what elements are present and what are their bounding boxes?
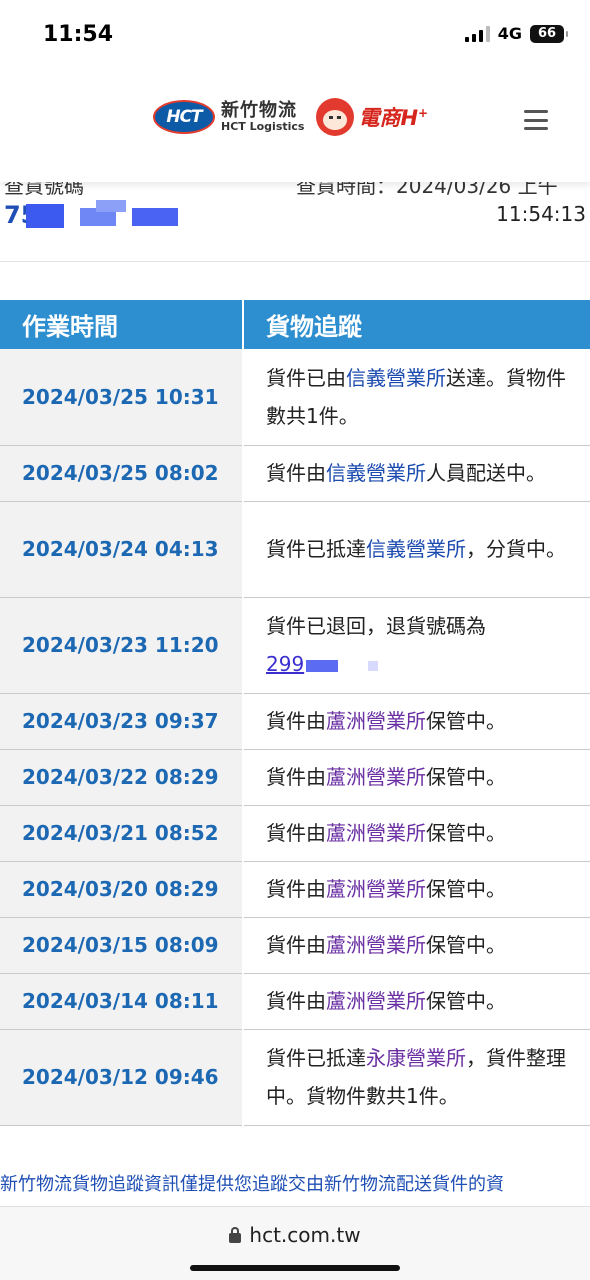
return-number-link[interactable]: 299 — [266, 652, 304, 676]
table-row: 2024/03/21 08:52 貨件由蘆洲營業所保管中。 — [0, 805, 590, 862]
hct-name-en: HCT Logistics — [221, 119, 305, 133]
network-type: 4G — [497, 24, 522, 43]
redaction-block — [96, 200, 126, 212]
query-time: 11:54:13 — [496, 202, 586, 226]
event-text: 貨件由 — [266, 709, 326, 733]
event-description: 貨件由信義營業所人員配送中。 — [243, 445, 590, 502]
ecommerce-logo: 電商H+ — [316, 98, 428, 136]
event-description: 貨件已抵達永康營業所，貨件整理中。貨物件數共1件。 — [243, 1029, 590, 1126]
event-time: 2024/03/23 09:37 — [0, 693, 244, 750]
event-text: 保管中。 — [426, 877, 506, 901]
event-description: 貨件已抵達信義營業所，分貨中。 — [243, 501, 590, 598]
event-text: 貨件由 — [266, 765, 326, 789]
station-link[interactable]: 蘆洲營業所 — [326, 877, 426, 901]
event-text: 人員配送中。 — [426, 461, 546, 485]
event-time: 2024/03/20 08:29 — [0, 861, 244, 918]
mascot-icon — [316, 98, 355, 136]
event-text: 貨件由 — [266, 933, 326, 957]
event-description: 貨件由蘆洲營業所保管中。 — [243, 805, 590, 862]
lock-icon — [229, 1227, 242, 1243]
redaction-block — [306, 659, 339, 672]
event-description: 貨件由蘆洲營業所保管中。 — [243, 861, 590, 918]
hct-logo: HCT — [153, 100, 215, 134]
event-time: 2024/03/25 08:02 — [0, 445, 244, 502]
url-text[interactable]: hct.com.tw — [249, 1223, 360, 1247]
event-time: 2024/03/21 08:52 — [0, 805, 244, 862]
address-bar[interactable]: hct.com.tw — [0, 1223, 590, 1247]
event-description: 貨件由蘆洲營業所保管中。 — [243, 973, 590, 1030]
ecommerce-logo-text: 電商H+ — [358, 106, 429, 130]
station-link[interactable]: 蘆洲營業所 — [326, 989, 426, 1013]
hct-name-cn: 新竹物流 — [221, 100, 297, 122]
status-indicators: 4G 66 — [464, 24, 568, 43]
station-link[interactable]: 蘆洲營業所 — [326, 765, 426, 789]
event-description: 貨件由蘆洲營業所保管中。 — [243, 749, 590, 806]
tracking-table: 作業時間 貨物追蹤 2024/03/25 10:31 貨件已由信義營業所送達。貨物… — [0, 300, 590, 1126]
event-description: 貨件由蘆洲營業所保管中。 — [243, 917, 590, 974]
event-time: 2024/03/23 11:20 — [0, 597, 244, 694]
table-row: 2024/03/24 04:13 貨件已抵達信義營業所，分貨中。 — [0, 501, 590, 598]
status-time: 11:54 — [43, 22, 114, 47]
table-row: 2024/03/23 09:37 貨件由蘆洲營業所保管中。 — [0, 693, 590, 750]
table-row: 2024/03/12 09:46 貨件已抵達永康營業所，貨件整理中。貨物件數共1件… — [0, 1029, 590, 1126]
site-header: HCT 新竹物流 HCT Logistics 電商H+ — [0, 70, 590, 182]
event-description: 貨件由蘆洲營業所保管中。 — [243, 693, 590, 750]
status-bar: 11:54 4G 66 — [0, 0, 590, 70]
brand-logos[interactable]: HCT 新竹物流 HCT Logistics 電商H+ — [153, 98, 428, 136]
tracking-rows: 2024/03/25 10:31 貨件已由信義營業所送達。貨物件數共1件。 2024… — [0, 349, 590, 1126]
table-header-row: 作業時間 貨物追蹤 — [0, 300, 590, 349]
event-time: 2024/03/25 10:31 — [0, 349, 244, 446]
column-header-time: 作業時間 — [0, 300, 244, 349]
redaction-block — [26, 204, 64, 228]
redaction-block — [368, 660, 379, 671]
event-time: 2024/03/22 08:29 — [0, 749, 244, 806]
event-text: 貨件由 — [266, 877, 326, 901]
battery-icon: 66 — [530, 24, 568, 43]
station-link[interactable]: 信義營業所 — [326, 461, 426, 485]
station-link[interactable]: 蘆洲營業所 — [326, 821, 426, 845]
event-text: 保管中。 — [426, 709, 506, 733]
event-text: 貨件已抵達 — [266, 1046, 366, 1070]
event-text: 貨件由 — [266, 989, 326, 1013]
event-time: 2024/03/24 04:13 — [0, 501, 244, 598]
station-link[interactable]: 永康營業所 — [366, 1046, 466, 1070]
event-text: 貨件已退回，退貨號碼為 — [266, 614, 486, 638]
table-row: 2024/03/20 08:29 貨件由蘆洲營業所保管中。 — [0, 861, 590, 918]
station-link[interactable]: 信義營業所 — [366, 537, 466, 561]
table-row: 2024/03/15 08:09 貨件由蘆洲營業所保管中。 — [0, 917, 590, 974]
event-description: 貨件已由信義營業所送達。貨物件數共1件。 — [243, 349, 590, 446]
station-link[interactable]: 蘆洲營業所 — [326, 709, 426, 733]
station-link[interactable]: 蘆洲營業所 — [326, 933, 426, 957]
event-text: ，分貨中。 — [466, 537, 566, 561]
browser-bottom-bar: hct.com.tw — [0, 1206, 590, 1280]
event-text: 保管中。 — [426, 821, 506, 845]
event-time: 2024/03/12 09:46 — [0, 1029, 244, 1126]
redaction-block — [132, 208, 178, 226]
table-row: 2024/03/22 08:29 貨件由蘆洲營業所保管中。 — [0, 749, 590, 806]
table-row: 2024/03/14 08:11 貨件由蘆洲營業所保管中。 — [0, 973, 590, 1030]
event-time: 2024/03/15 08:09 — [0, 917, 244, 974]
table-row: 2024/03/23 11:20 貨件已退回，退貨號碼為 299 — [0, 597, 590, 694]
hct-logo-text: 新竹物流 HCT Logistics — [221, 101, 304, 133]
table-row: 2024/03/25 10:31 貨件已由信義營業所送達。貨物件數共1件。 — [0, 349, 590, 446]
event-text: 保管中。 — [426, 765, 506, 789]
event-text: 貨件由 — [266, 461, 326, 485]
hamburger-menu-icon[interactable] — [524, 110, 548, 130]
event-text: 貨件已抵達 — [266, 537, 366, 561]
event-time: 2024/03/14 08:11 — [0, 973, 244, 1030]
cellular-signal-icon — [464, 25, 490, 42]
home-indicator — [190, 1265, 400, 1271]
event-text: 貨件已由 — [266, 365, 346, 390]
query-info: 查貨號碼 查貨時間：2024/03/26 上午 75 11:54:13 — [0, 168, 590, 262]
event-text: 保管中。 — [426, 989, 506, 1013]
column-header-tracking: 貨物追蹤 — [243, 300, 590, 349]
station-link[interactable]: 信義營業所 — [346, 366, 446, 390]
disclaimer-text: 新竹物流貨物追蹤資訊僅提供您追蹤交由新竹物流配送貨件的資 — [0, 1174, 504, 1195]
event-description: 貨件已退回，退貨號碼為 299 — [243, 597, 590, 694]
table-row: 2024/03/25 08:02 貨件由信義營業所人員配送中。 — [0, 445, 590, 502]
event-text: 保管中。 — [426, 933, 506, 957]
event-text: 貨件由 — [266, 821, 326, 845]
